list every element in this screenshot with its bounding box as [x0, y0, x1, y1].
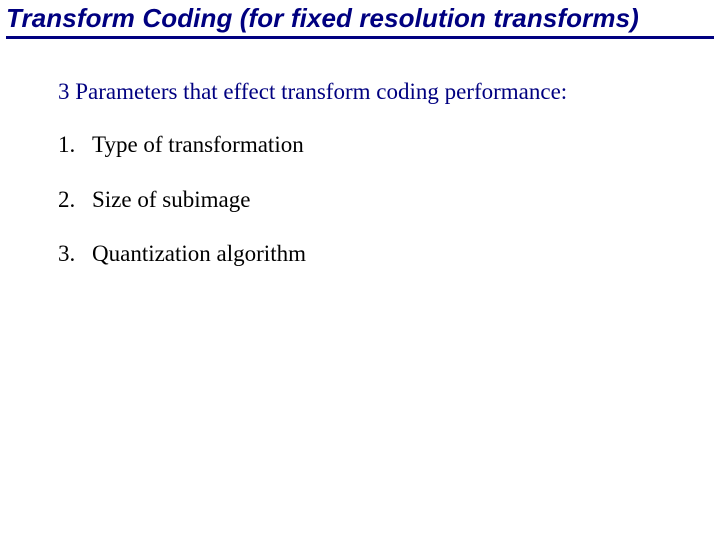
list-item-text: Size of subimage: [92, 186, 680, 215]
list-item-number: 2.: [58, 186, 92, 215]
list-item-text: Type of transformation: [92, 131, 680, 160]
intro-text: 3 Parameters that effect transform codin…: [58, 78, 680, 107]
list-item: 2. Size of subimage: [58, 186, 680, 215]
parameter-list: 1. Type of transformation 2. Size of sub…: [58, 131, 680, 269]
list-item: 3. Quantization algorithm: [58, 240, 680, 269]
slide-body: 3 Parameters that effect transform codin…: [58, 78, 680, 295]
slide-title: Transform Coding (for fixed resolution t…: [6, 4, 714, 39]
title-wrap: Transform Coding (for fixed resolution t…: [6, 4, 714, 39]
list-item-number: 3.: [58, 240, 92, 269]
list-item: 1. Type of transformation: [58, 131, 680, 160]
list-item-number: 1.: [58, 131, 92, 160]
slide: Transform Coding (for fixed resolution t…: [0, 0, 720, 540]
list-item-text: Quantization algorithm: [92, 240, 680, 269]
